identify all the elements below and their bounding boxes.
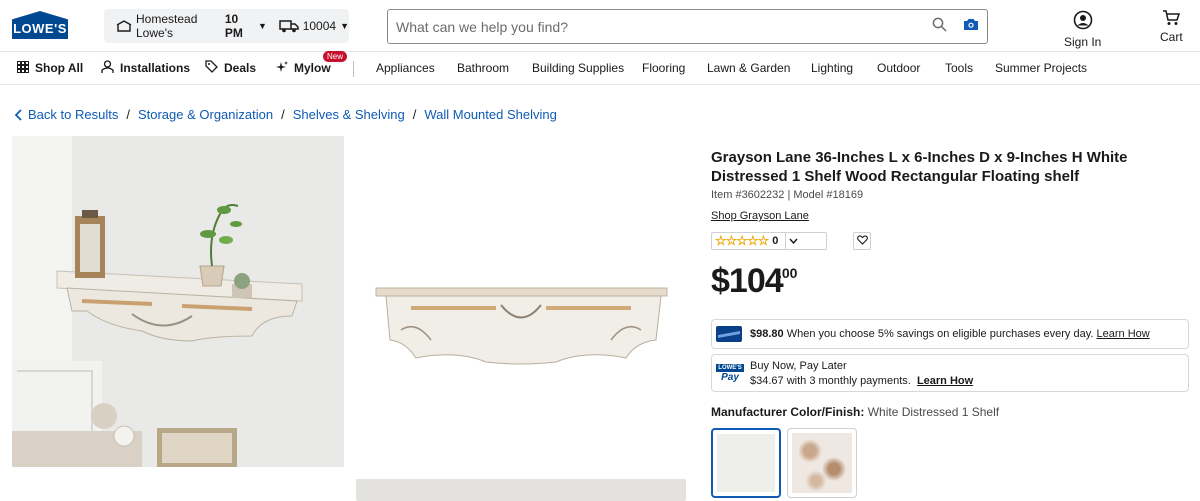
favorite-button[interactable]: [853, 232, 871, 250]
installations-label: Installations: [120, 61, 191, 75]
nav-lighting[interactable]: Lighting: [811, 61, 853, 75]
breadcrumb: Back to Results / Storage & Organization…: [14, 107, 557, 122]
heart-icon: [856, 232, 868, 250]
cart-button[interactable]: Cart: [1160, 10, 1183, 44]
truck-icon: [278, 19, 299, 33]
pay-later-offer: LOWE'S Pay Buy Now, Pay Later $34.67 wit…: [711, 354, 1189, 392]
back-to-results-link[interactable]: Back to Results: [28, 107, 118, 122]
rating-summary[interactable]: ☆☆☆☆☆ 0: [711, 232, 827, 250]
next-product-image[interactable]: [356, 479, 686, 501]
tag-icon: [205, 60, 218, 76]
deals-button[interactable]: Deals: [205, 60, 256, 76]
breadcrumb-shelves-link[interactable]: Shelves & Shelving: [293, 107, 405, 122]
camera-icon[interactable]: [963, 18, 979, 36]
lowes-pay-logo: LOWE'S Pay: [716, 363, 744, 383]
new-badge: New: [323, 50, 348, 62]
search-input[interactable]: [396, 18, 932, 35]
store-zip-selector[interactable]: Homestead Lowe's 10 PM ▼ 10004 ▼: [104, 9, 349, 43]
shop-all-label: Shop All: [35, 61, 84, 75]
nav-summer-projects[interactable]: Summer Projects: [995, 61, 1087, 75]
search-bar: [387, 9, 988, 44]
sign-in-label: Sign In: [1064, 35, 1102, 49]
search-icon[interactable]: [932, 17, 947, 37]
credit-card-offer: $98.80 When you choose 5% savings on eli…: [711, 319, 1189, 349]
learn-how-link[interactable]: Learn How: [1097, 328, 1150, 340]
nav-building-supplies[interactable]: Building Supplies: [532, 61, 624, 75]
offer-amount: $98.80: [750, 328, 784, 340]
secondary-product-image[interactable]: [356, 180, 686, 380]
price-cents: .00: [778, 265, 798, 281]
nav-outdoor[interactable]: Outdoor: [877, 61, 920, 75]
top-bar: LOWE'S Homestead Lowe's 10 PM ▼ 10004 ▼ …: [0, 0, 1200, 52]
user-icon: [1073, 10, 1093, 33]
shop-brand-link[interactable]: Shop Grayson Lane: [711, 210, 809, 222]
shop-all-button[interactable]: Shop All: [17, 60, 84, 76]
nav-bathroom[interactable]: Bathroom: [457, 61, 509, 75]
price-dollars: $104: [711, 262, 784, 300]
mylow-button[interactable]: Mylow New: [276, 50, 348, 76]
sign-in-button[interactable]: Sign In: [1064, 10, 1101, 49]
chevron-left-icon: [14, 108, 22, 121]
color-value: White Distressed 1 Shelf: [867, 405, 1000, 419]
chevron-down-icon: ▼: [340, 21, 349, 31]
store-name: Homestead Lowe's: [136, 12, 198, 40]
category-nav: Shop All Installations Deals Mylow New A…: [0, 50, 1200, 85]
nav-lawn-garden[interactable]: Lawn & Garden: [707, 61, 790, 75]
cart-icon: [1162, 10, 1181, 29]
nav-divider: [353, 61, 354, 77]
chevron-down-icon: [785, 233, 798, 249]
breadcrumb-wall-mounted-link[interactable]: Wall Mounted Shelving: [424, 107, 556, 122]
mylow-label: Mylow: [294, 61, 331, 75]
rating-count: 0: [772, 235, 779, 247]
nav-appliances[interactable]: Appliances: [376, 61, 435, 75]
nav-flooring[interactable]: Flooring: [642, 61, 685, 75]
store-hours: 10 PM: [224, 12, 243, 40]
sparkle-icon: [276, 60, 288, 76]
swatch-alternate-finish[interactable]: [787, 428, 857, 498]
pay-later-title: Buy Now, Pay Later: [750, 359, 847, 372]
lowes-logo[interactable]: LOWE'S: [12, 11, 68, 39]
main-product-image[interactable]: [12, 136, 344, 467]
installer-icon: [101, 59, 114, 77]
deals-label: Deals: [224, 61, 257, 75]
color-label: Manufacturer Color/Finish:: [711, 405, 865, 419]
grid-icon: [17, 60, 29, 76]
swatch-white-distressed[interactable]: [711, 428, 781, 498]
chevron-down-icon: ▼: [258, 21, 267, 31]
offer-text: When you choose 5% savings on eligible p…: [786, 328, 1094, 340]
color-finish: Manufacturer Color/Finish: White Distres…: [711, 405, 999, 419]
credit-card-icon: [716, 326, 742, 342]
cart-label: Cart: [1160, 30, 1183, 44]
zip-code: 10004: [302, 19, 337, 33]
nav-tools[interactable]: Tools: [945, 61, 973, 75]
item-model-number: Item #3602232 | Model #18169: [711, 189, 864, 201]
breadcrumb-storage-link[interactable]: Storage & Organization: [138, 107, 273, 122]
store-icon: [116, 20, 132, 32]
star-icon: ☆☆☆☆☆: [715, 233, 769, 248]
pay-learn-how-link[interactable]: Learn How: [917, 375, 973, 387]
installations-button[interactable]: Installations: [101, 59, 191, 77]
pay-later-detail: $34.67 with 3 monthly payments.: [750, 374, 911, 387]
product-title: Grayson Lane 36-Inches L x 6-Inches D x …: [711, 149, 1128, 185]
